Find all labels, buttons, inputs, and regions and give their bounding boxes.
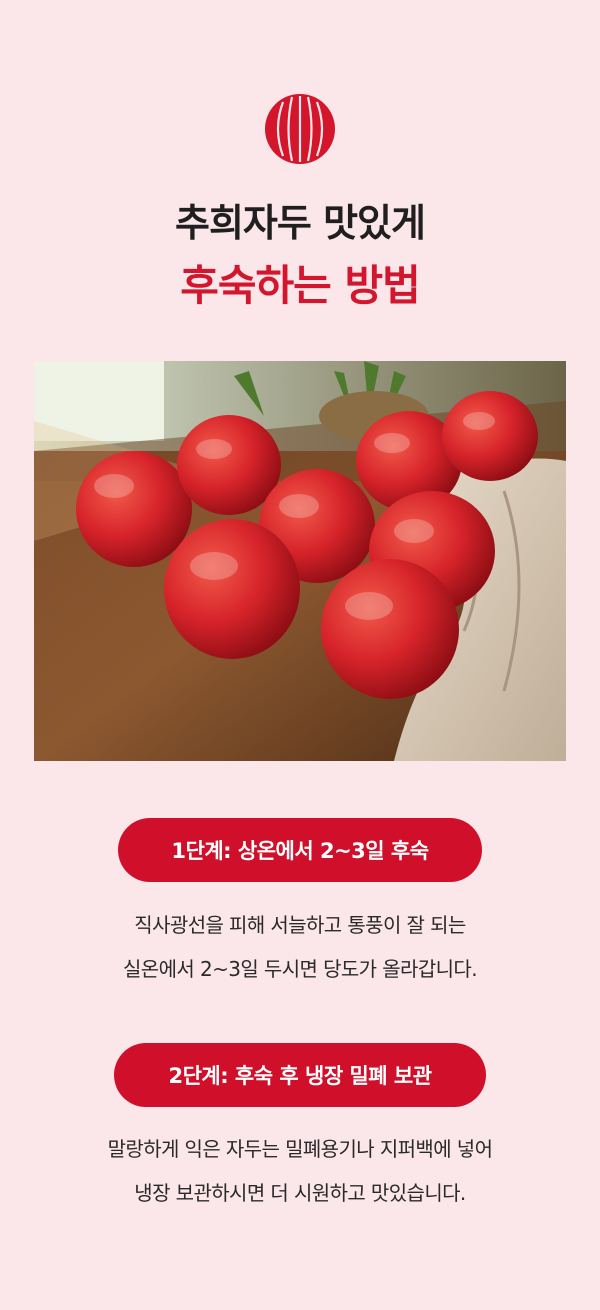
step-1-line-1: 직사광선을 피해 서늘하고 통풍이 잘 되는 (134, 913, 466, 937)
step-1-line-2: 실온에서 2~3일 두시면 당도가 올라갑니다. (123, 957, 478, 981)
page-subtitle: 후숙하는 방법 (180, 261, 420, 310)
step-2-description: 말랑하게 익은 자두는 밀폐용기나 지퍼백에 넣어 냉장 보관하시면 더 시원하… (0, 1127, 600, 1215)
plum-icon (265, 94, 335, 164)
step-2-line-2: 냉장 보관하시면 더 시원하고 맛있습니다. (134, 1181, 466, 1205)
page-title: 추희자두 맛있게 (175, 201, 426, 245)
plums-photo (34, 361, 566, 761)
step-1-badge: 1단계: 상온에서 2~3일 후숙 (118, 818, 482, 882)
step-1-description: 직사광선을 피해 서늘하고 통풍이 잘 되는 실온에서 2~3일 두시면 당도가… (0, 903, 600, 991)
step-2-badge: 2단계: 후숙 후 냉장 밀폐 보관 (114, 1043, 486, 1107)
step-2-line-1: 말랑하게 익은 자두는 밀폐용기나 지퍼백에 넣어 (107, 1137, 493, 1161)
